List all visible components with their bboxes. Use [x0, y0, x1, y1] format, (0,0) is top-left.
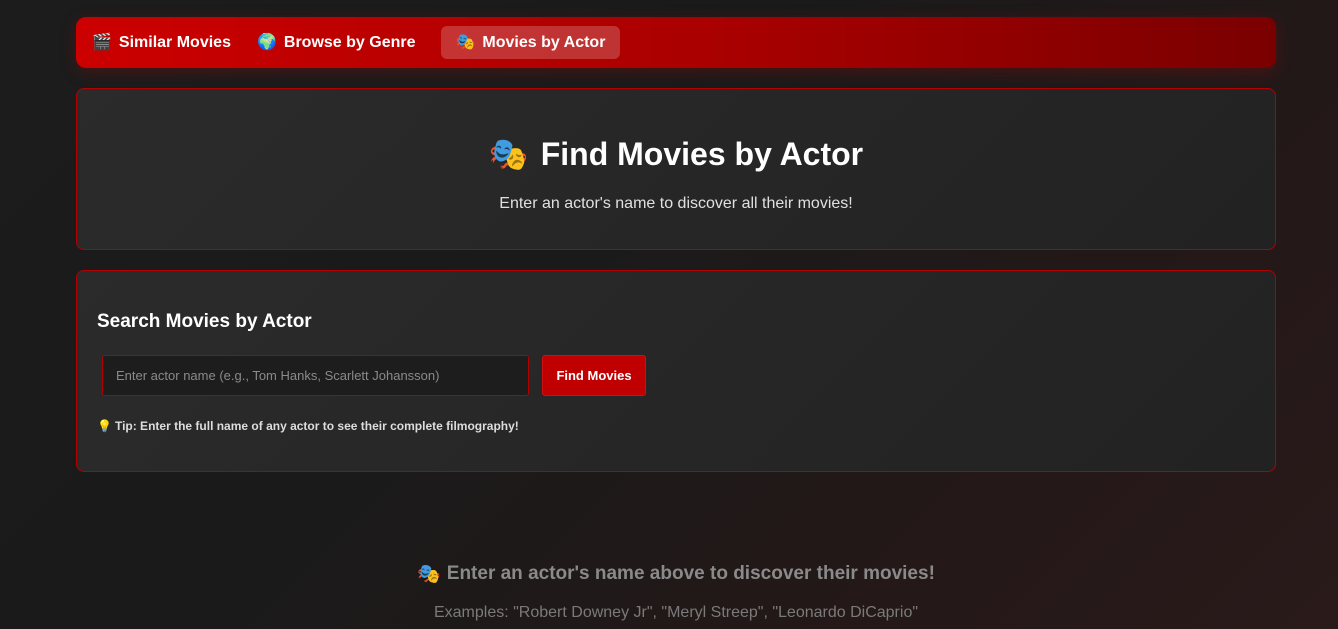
search-card: Search Movies by Actor Find Movies 💡 Tip… [76, 270, 1276, 472]
search-heading: Search Movies by Actor [97, 311, 312, 332]
nav-tab-label: Movies by Actor [482, 33, 606, 51]
globe-icon: 🌍 [256, 33, 277, 51]
lightbulb-icon: 💡 [97, 419, 112, 433]
empty-state-examples: Examples: "Robert Downey Jr", "Meryl Str… [433, 604, 919, 621]
page-subtitle: Enter an actor's name to discover all th… [499, 195, 853, 212]
empty-state-title: 🎭 Enter an actor's name above to discove… [0, 562, 1338, 586]
theater-masks-icon: 🎭 [455, 33, 476, 51]
nav-tab-movies-by-actor[interactable]: 🎭 Movies by Actor [440, 26, 621, 59]
top-nav: 🎬 Similar Movies 🌍 Browse by Genre 🎭 Mov… [76, 17, 1276, 68]
search-tip-text: Tip: Enter the full name of any actor to… [114, 419, 519, 433]
page-title-text: Find Movies by Actor [540, 135, 864, 172]
nav-tab-similar-movies[interactable]: 🎬 Similar Movies [92, 26, 231, 59]
find-movies-button[interactable]: Find Movies [542, 355, 646, 396]
clapperboard-icon: 🎬 [92, 33, 112, 51]
hero-card: 🎭 Find Movies by Actor Enter an actor's … [76, 88, 1276, 250]
empty-state-title-text: Enter an actor's name above to discover … [446, 563, 935, 584]
nav-tab-label: Similar Movies [118, 33, 231, 51]
nav-tab-browse-by-genre[interactable]: 🌍 Browse by Genre [257, 26, 416, 59]
nav-tab-label: Browse by Genre [283, 33, 416, 51]
page-title: 🎭 Find Movies by Actor [77, 135, 1275, 173]
search-tip: 💡 Tip: Enter the full name of any actor … [97, 419, 519, 433]
theater-masks-icon: 🎭 [417, 564, 441, 585]
actor-search-input[interactable] [102, 355, 529, 396]
theater-masks-icon: 🎭 [488, 136, 529, 172]
